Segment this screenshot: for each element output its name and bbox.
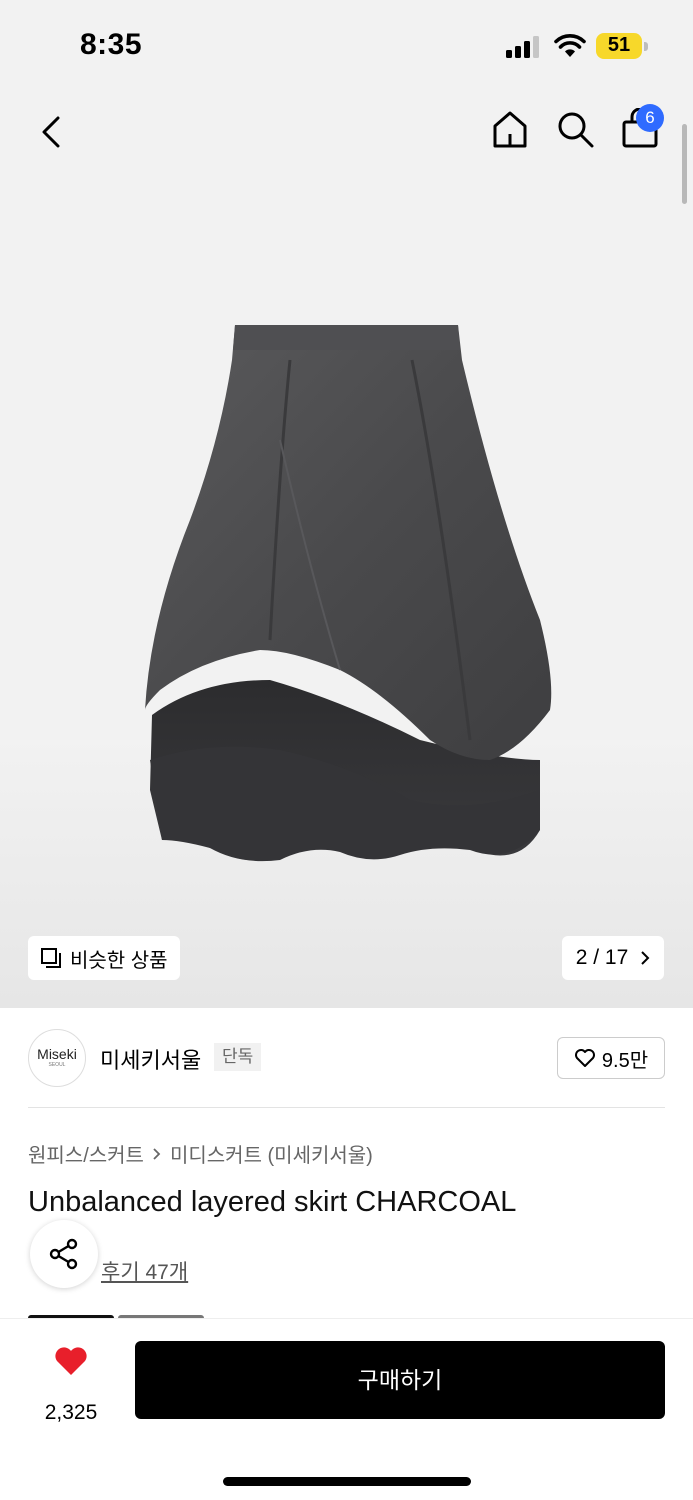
brand-like-button[interactable]: 9.5만 [557, 1037, 665, 1079]
breadcrumb-subcategory[interactable]: 미디스커트 (미세키서울) [170, 1139, 373, 1168]
product-title: Unbalanced layered skirt CHARCOAL [28, 1186, 517, 1218]
brand-logo-text: Miseki [37, 1046, 77, 1062]
gallery-pager[interactable]: 2 / 17 [562, 936, 664, 980]
product-image [145, 325, 552, 862]
status-bar: 8:35 51 [0, 0, 693, 90]
chevron-right-icon [641, 951, 650, 965]
home-icon[interactable] [490, 108, 530, 150]
brand-row[interactable]: Miseki SEOUL 미세키서울 단독 9.5만 [0, 1008, 693, 1108]
breadcrumb: 원피스/스커트 미디스커트 (미세키서울) [28, 1139, 373, 1168]
back-icon[interactable] [34, 110, 70, 154]
scroll-indicator [682, 124, 687, 204]
similar-products-label: 비슷한 상품 [70, 949, 168, 972]
battery-tip [644, 42, 648, 51]
divider [28, 1107, 665, 1108]
bottom-action-bar: 2,325 구매하기 [0, 1318, 693, 1500]
product-gallery[interactable]: 6 비슷한 상품 2 / 17 [0, 90, 693, 1008]
wifi-icon [554, 34, 586, 57]
cellular-signal-icon [506, 36, 539, 58]
like-count: 2,325 [44, 1401, 98, 1424]
home-indicator [223, 1477, 471, 1486]
like-button[interactable]: 2,325 [30, 1345, 112, 1424]
heart-filled-icon [55, 1347, 87, 1375]
brand-like-count: 9.5만 [601, 1049, 649, 1072]
cart-count-badge: 6 [636, 104, 664, 132]
heart-outline-icon [574, 1049, 595, 1067]
pager-separator: / [593, 946, 600, 969]
pager-current: 2 [575, 946, 588, 969]
share-button[interactable] [30, 1220, 98, 1288]
battery-level: 51 [607, 34, 631, 56]
share-icon [49, 1238, 78, 1270]
similar-items-icon [41, 948, 61, 968]
exclusive-badge: 단독 [214, 1043, 262, 1071]
breadcrumb-category[interactable]: 원피스/스커트 [28, 1139, 144, 1168]
buy-button[interactable]: 구매하기 [135, 1341, 665, 1419]
pager-total: 17 [604, 946, 629, 969]
battery-indicator: 51 [596, 33, 648, 59]
similar-products-button[interactable]: 비슷한 상품 [28, 936, 180, 980]
brand-logo[interactable]: Miseki SEOUL [28, 1029, 86, 1087]
search-icon[interactable] [556, 110, 596, 150]
brand-logo-sub: SEOUL [48, 1062, 66, 1068]
review-link[interactable]: 후기 47개 [101, 1256, 188, 1286]
chevron-right-icon [153, 1147, 161, 1160]
status-time: 8:35 [80, 28, 143, 61]
brand-name[interactable]: 미세키서울 [100, 1043, 201, 1075]
